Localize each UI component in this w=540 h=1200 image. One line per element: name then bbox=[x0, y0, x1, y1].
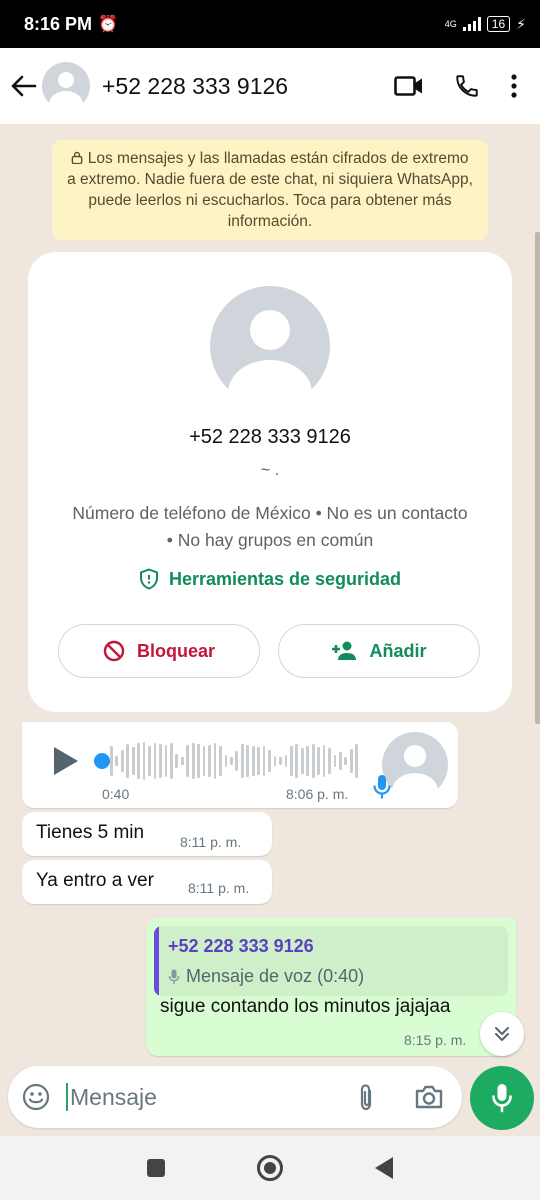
more-options-icon[interactable] bbox=[510, 73, 518, 99]
scrollbar[interactable] bbox=[535, 232, 540, 724]
security-tools-label: Herramientas de seguridad bbox=[168, 568, 402, 589]
contact-info-card: +52 228 333 9126 ~ . Número de teléfono … bbox=[28, 252, 512, 712]
emoji-icon[interactable] bbox=[22, 1083, 50, 1111]
encryption-text: Los mensajes y las llamadas están cifrad… bbox=[67, 150, 473, 230]
charging-icon: ⚡ bbox=[516, 15, 526, 32]
message-text: sigue contando los minutos jajajaa bbox=[160, 996, 451, 1017]
contact-avatar-large bbox=[210, 286, 330, 406]
quoted-sender: +52 228 333 9126 bbox=[168, 936, 314, 956]
message-time: 8:06 p. m. bbox=[286, 786, 349, 802]
shield-icon bbox=[139, 568, 158, 590]
block-icon bbox=[103, 640, 125, 662]
encryption-notice[interactable]: Los mensajes y las llamadas están cifrad… bbox=[52, 140, 488, 240]
voice-call-icon[interactable] bbox=[454, 73, 480, 99]
message-composer bbox=[8, 1066, 462, 1128]
add-person-icon bbox=[332, 641, 357, 660]
status-time: 8:16 PM bbox=[24, 13, 93, 34]
voice-message-bubble[interactable]: 0:40 8:06 p. m. bbox=[22, 722, 458, 808]
status-indicators: 4G 16 ⚡ bbox=[445, 16, 526, 33]
scroll-to-bottom-button[interactable] bbox=[480, 1012, 524, 1056]
back-arrow-icon[interactable] bbox=[2, 64, 46, 108]
header-actions bbox=[394, 73, 518, 99]
contact-name[interactable]: +52 228 333 9126 bbox=[102, 73, 288, 100]
back-button[interactable] bbox=[375, 1157, 393, 1179]
message-time: 8:15 p. m. bbox=[404, 1032, 467, 1048]
card-subtitle: ~ . bbox=[260, 462, 280, 479]
text-cursor bbox=[66, 1083, 68, 1111]
card-phone-number: +52 228 333 9126 bbox=[189, 426, 351, 448]
microphone-icon bbox=[373, 775, 391, 799]
message-time: 8:11 p. m. bbox=[188, 880, 250, 896]
block-button[interactable]: Bloquear bbox=[58, 624, 260, 678]
incoming-message[interactable]: Ya entro a ver 8:11 p. m. bbox=[22, 860, 272, 904]
outgoing-message[interactable]: +52 228 333 9126 Mensaje de voz (0:40) s… bbox=[146, 918, 516, 1056]
double-chevron-down-icon bbox=[495, 1027, 509, 1041]
chat-header: +52 228 333 9126 bbox=[0, 48, 540, 124]
home-button[interactable] bbox=[257, 1155, 283, 1181]
playback-position-dot[interactable] bbox=[94, 753, 110, 769]
incoming-message[interactable]: Tienes 5 min 8:11 p. m. bbox=[22, 812, 272, 856]
message-text: Tienes 5 min bbox=[36, 822, 145, 843]
message-time: 8:11 p. m. bbox=[180, 834, 242, 850]
camera-icon[interactable] bbox=[414, 1084, 444, 1110]
message-text: Ya entro a ver bbox=[36, 870, 154, 891]
paperclip-icon[interactable] bbox=[354, 1083, 378, 1113]
add-contact-button[interactable]: Añadir bbox=[278, 624, 480, 678]
audio-waveform[interactable] bbox=[110, 738, 359, 784]
battery-icon: 16 bbox=[486, 16, 511, 32]
card-description: Número de teléfono de México • No es un … bbox=[72, 503, 468, 550]
voice-duration: 0:40 bbox=[102, 786, 130, 802]
signal-icon bbox=[462, 17, 481, 31]
network-type: 4G bbox=[444, 18, 457, 29]
block-label: Bloquear bbox=[136, 640, 215, 661]
quoted-voice-label: Mensaje de voz (0:40) bbox=[168, 966, 364, 987]
status-bar: 8:16 PM ⏰ 4G 16 ⚡ bbox=[0, 0, 540, 48]
lock-icon bbox=[72, 151, 83, 165]
video-call-icon[interactable] bbox=[394, 75, 424, 97]
play-icon[interactable] bbox=[52, 745, 80, 777]
add-label: Añadir bbox=[369, 640, 427, 661]
message-input[interactable] bbox=[70, 1082, 350, 1112]
quoted-message[interactable]: +52 228 333 9126 Mensaje de voz (0:40) bbox=[154, 926, 508, 996]
system-navigation-bar bbox=[0, 1136, 540, 1200]
microphone-icon bbox=[492, 1084, 512, 1113]
alarm-icon: ⏰ bbox=[98, 16, 118, 33]
quoted-text: Mensaje de voz (0:40) bbox=[186, 966, 365, 986]
recent-apps-button[interactable] bbox=[147, 1159, 165, 1177]
contact-avatar[interactable] bbox=[42, 62, 90, 110]
security-tools-link[interactable]: Herramientas de seguridad bbox=[28, 568, 512, 590]
quote-accent-bar bbox=[154, 926, 159, 996]
microphone-icon bbox=[168, 969, 180, 984]
voice-record-button[interactable] bbox=[470, 1066, 534, 1130]
